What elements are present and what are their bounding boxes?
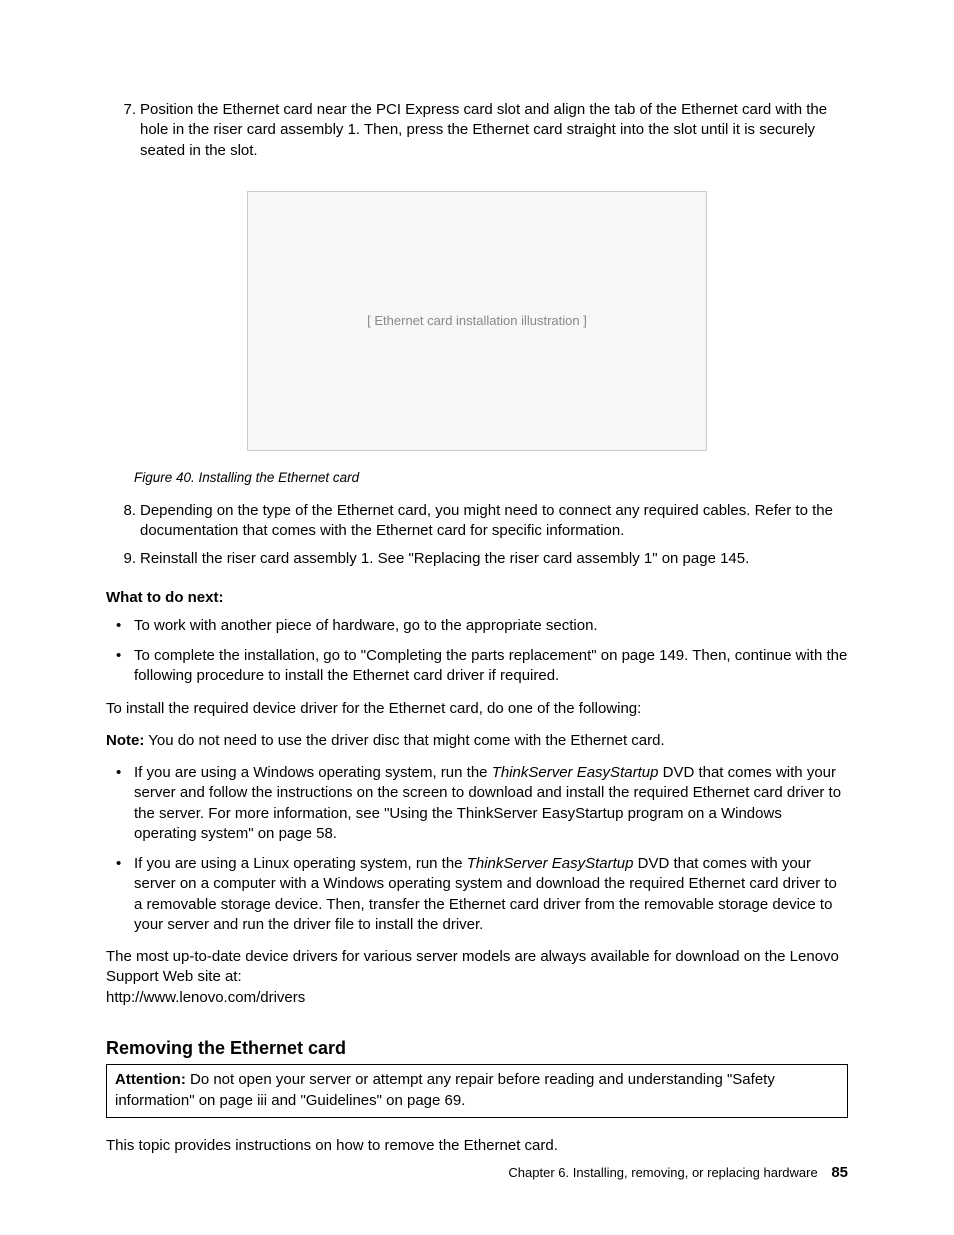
what-next-list: To work with another piece of hardware, … [120,616,848,687]
driver-options: If you are using a Windows operating sys… [120,763,848,935]
removing-intro: This topic provides instructions on how … [106,1136,848,1156]
driver-outro: The most up-to-date device drivers for v… [106,947,848,1008]
step-number: 9. [106,549,136,569]
driver-intro: To install the required device driver fo… [106,699,848,719]
list-item-linux: If you are using a Linux operating syste… [120,854,848,935]
step-text: Position the Ethernet card near the PCI … [140,101,827,159]
step-number: 8. [106,501,136,521]
step-text: Reinstall the riser card assembly 1. See… [140,550,749,567]
removing-heading: Removing the Ethernet card [106,1036,848,1060]
step-number: 7. [106,100,136,120]
note-text: You do not need to use the driver disc t… [144,732,664,749]
numbered-steps: 7. Position the Ethernet card near the P… [124,100,848,161]
what-next-heading: What to do next: [106,588,848,608]
driver-note: Note: You do not need to use the driver … [106,731,848,751]
list-item: To work with another piece of hardware, … [120,616,848,636]
page-footer: Chapter 6. Installing, removing, or repl… [508,1163,848,1183]
outro-text: The most up-to-date device drivers for v… [106,948,839,985]
note-label: Note: [106,732,144,749]
ethernet-card-illustration: [ Ethernet card installation illustratio… [247,191,707,451]
product-name: ThinkServer EasyStartup [467,855,634,872]
attention-box: Attention: Do not open your server or at… [106,1064,848,1118]
attention-label: Attention: [115,1071,186,1088]
list-item-windows: If you are using a Windows operating sys… [120,763,848,844]
text-part: If you are using a Windows operating sys… [134,764,492,781]
figure-caption: Figure 40. Installing the Ethernet card [134,469,848,487]
step-9: 9. Reinstall the riser card assembly 1. … [124,549,848,569]
step-text: Depending on the type of the Ethernet ca… [140,502,833,539]
text-part: If you are using a Linux operating syste… [134,855,467,872]
step-7: 7. Position the Ethernet card near the P… [124,100,848,161]
product-name: ThinkServer EasyStartup [492,764,659,781]
figure-40: [ Ethernet card installation illustratio… [106,191,848,451]
numbered-steps-cont: 8. Depending on the type of the Ethernet… [124,501,848,570]
step-8: 8. Depending on the type of the Ethernet… [124,501,848,542]
page-number: 85 [831,1164,848,1181]
chapter-label: Chapter 6. Installing, removing, or repl… [508,1165,817,1180]
list-item: To complete the installation, go to "Com… [120,646,848,687]
attention-text: Do not open your server or attempt any r… [115,1071,775,1108]
support-url: http://www.lenovo.com/drivers [106,989,305,1006]
